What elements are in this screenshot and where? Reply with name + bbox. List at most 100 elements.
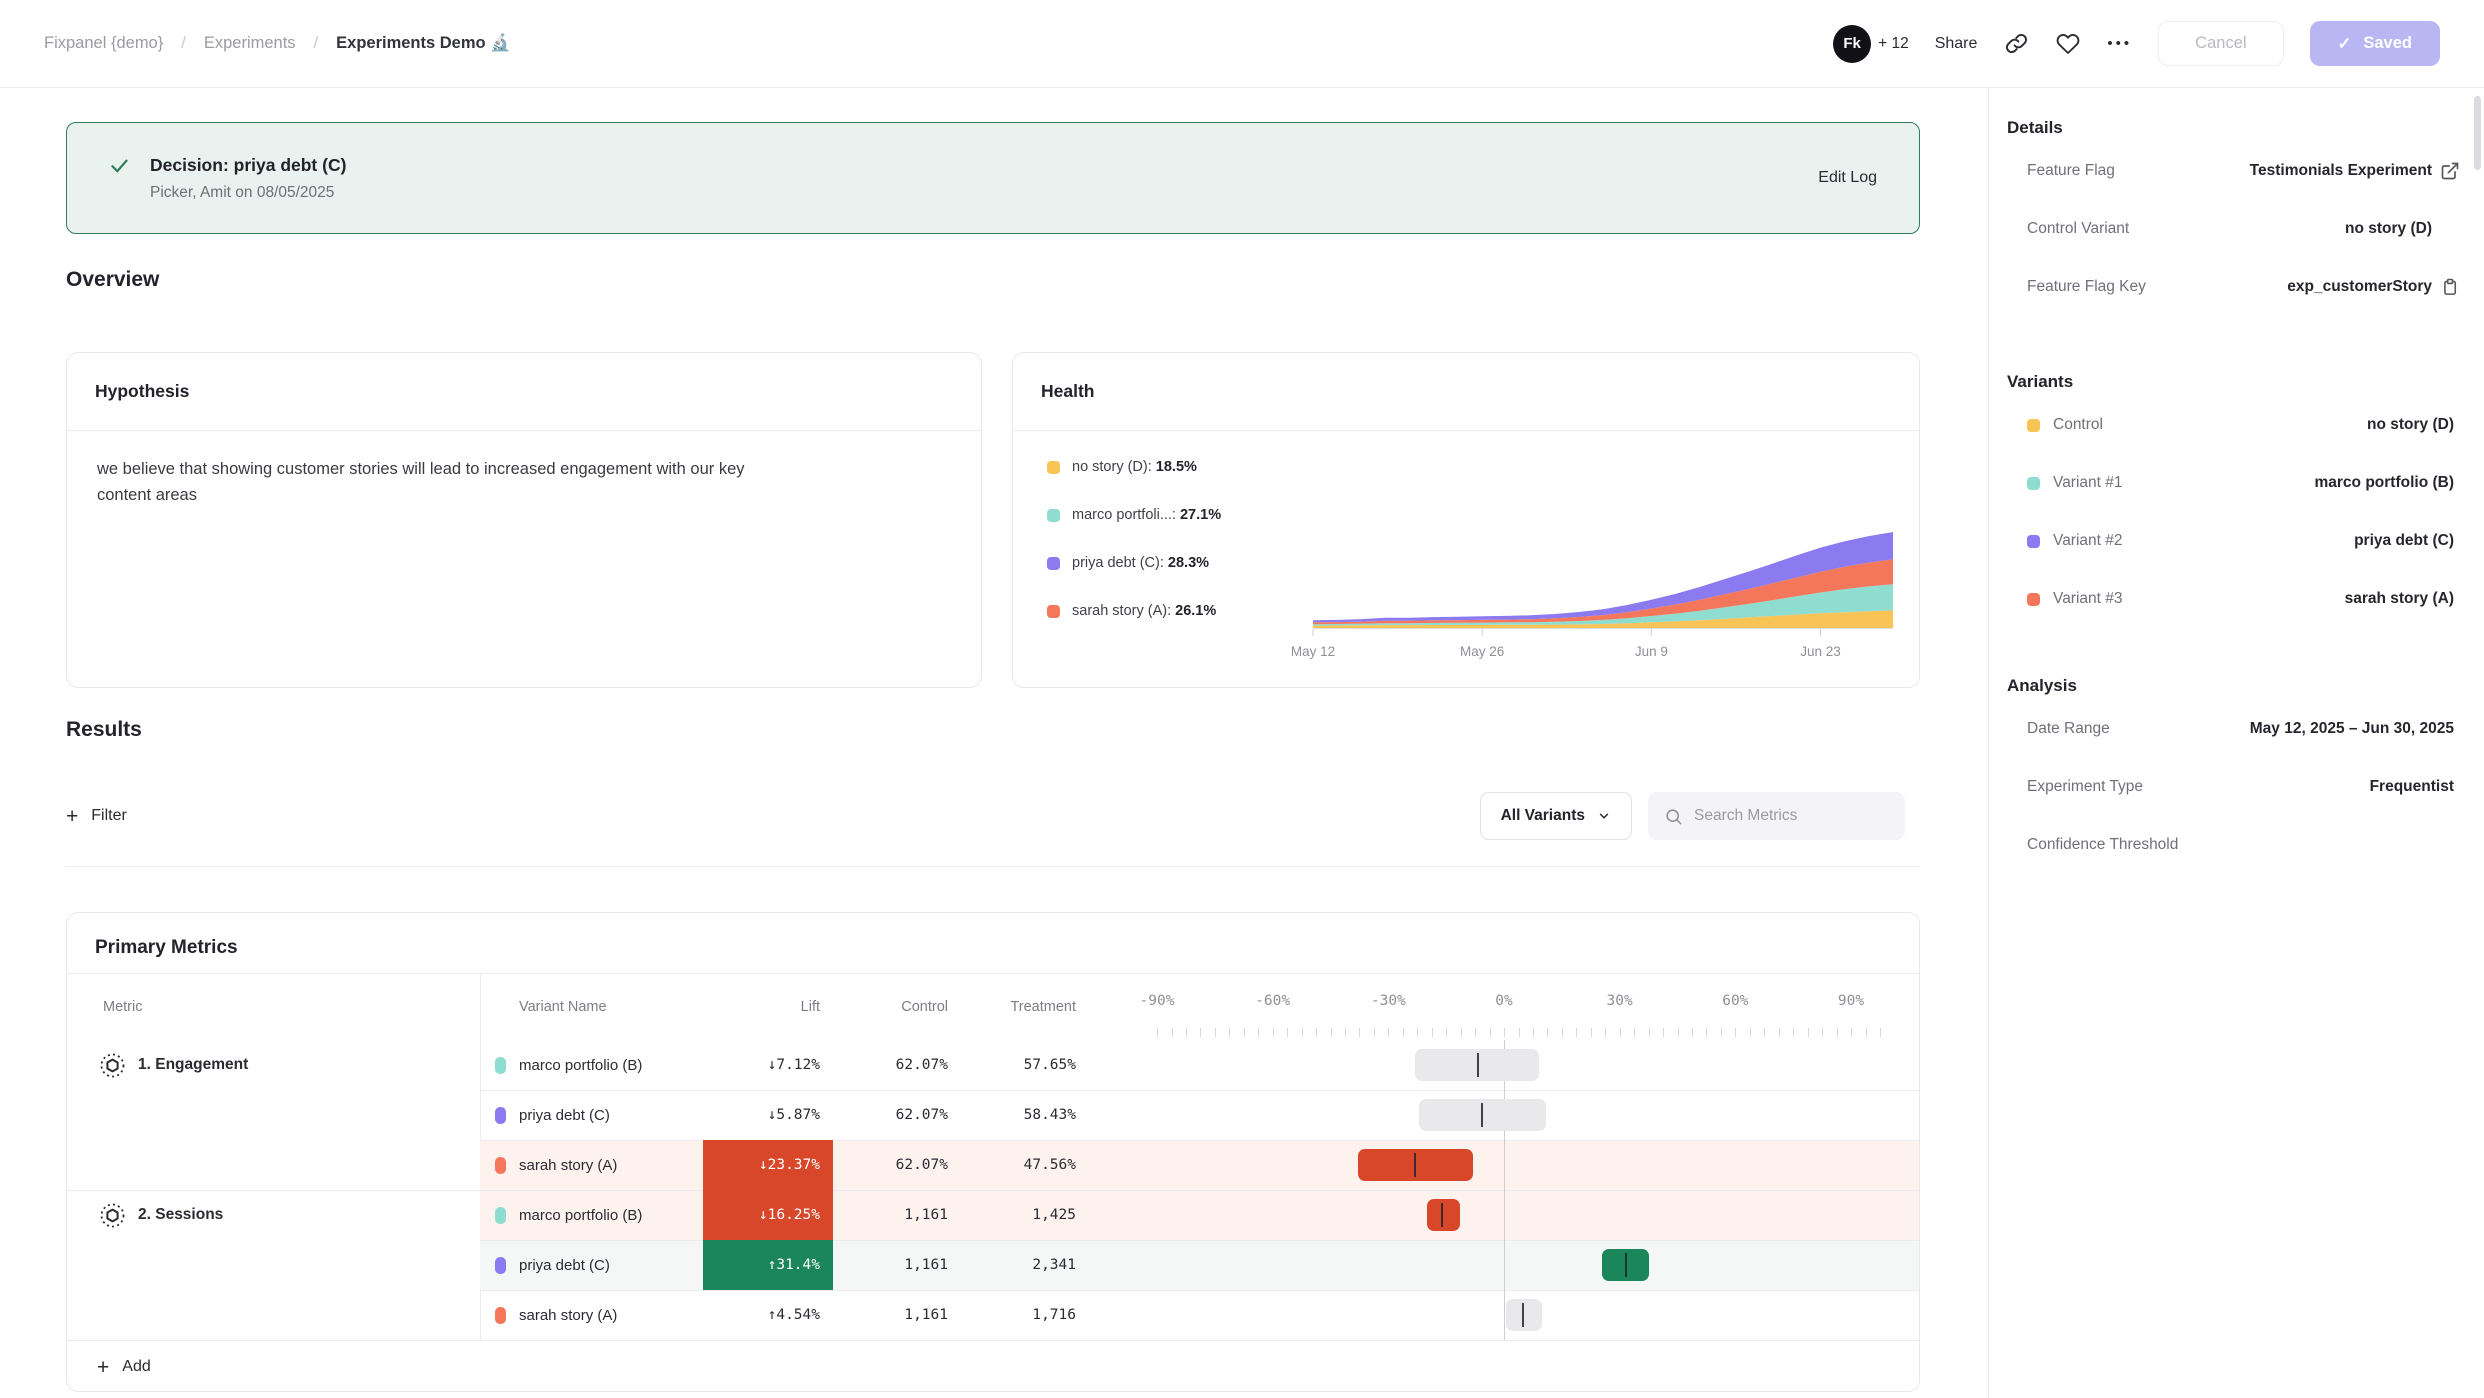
axis-percent-label: -30% — [1353, 973, 1423, 1029]
metric-table-row[interactable]: 1. Engagementmarco portfolio (B)↓7.12%62… — [67, 1040, 1919, 1090]
hypothesis-card-title: Hypothesis — [67, 353, 981, 431]
analysis-row-value: May 12, 2025 – Jun 30, 2025 — [2110, 720, 2460, 738]
search-metrics-input[interactable] — [1694, 807, 1889, 825]
variant-swatch — [495, 1307, 506, 1324]
column-header-variant: Variant Name — [519, 973, 607, 1040]
legend-label: priya debt (C): 28.3% — [1072, 555, 1209, 571]
axis-percent-label: 0% — [1469, 973, 1539, 1029]
edit-log-button[interactable]: Edit Log — [1818, 169, 1877, 187]
details-row: Feature Flag Keyexp_customerStory — [2007, 258, 2460, 316]
metric-name: 1. Engagement — [138, 1056, 248, 1074]
avatar[interactable]: Fk — [1833, 25, 1871, 63]
lift-point-marker — [1477, 1053, 1479, 1077]
add-metric-label: Add — [122, 1358, 150, 1376]
decision-banner: Decision: priya debt (C) Picker, Amit on… — [66, 122, 1920, 234]
legend-swatch — [1047, 605, 1060, 618]
metric-table-row[interactable]: sarah story (A)↓23.37%62.07%47.56% — [67, 1140, 1919, 1190]
axis-tick-mark — [1837, 1028, 1838, 1037]
confidence-interval-cell — [1146, 1140, 1891, 1190]
axis-tick-mark — [1273, 1028, 1274, 1037]
variant-row-label: Variant #1 — [2053, 474, 2123, 492]
metric-cell[interactable]: 1. Engagement — [99, 1040, 248, 1090]
column-header-control: Control — [833, 973, 948, 1040]
variant-swatch — [2027, 419, 2040, 432]
health-legend-item[interactable]: marco portfoli...: 27.1% — [1047, 505, 1221, 525]
axis-tick-mark — [1186, 1028, 1187, 1037]
analysis-row-label: Confidence Threshold — [2027, 836, 2178, 854]
axis-tick-mark — [1461, 1028, 1462, 1037]
axis-tick-mark — [1735, 1028, 1736, 1037]
primary-metrics-title: Primary Metrics — [67, 913, 1919, 959]
legend-swatch — [1047, 557, 1060, 570]
axis-tick-mark — [1764, 1028, 1765, 1037]
metric-cell[interactable]: 2. Sessions — [99, 1190, 223, 1240]
favorite-heart-icon[interactable] — [2055, 31, 2081, 57]
details-row-label: Feature Flag Key — [2027, 278, 2146, 296]
lift-point-marker — [1481, 1103, 1483, 1127]
axis-tick-mark — [1605, 1028, 1606, 1037]
add-filter-button[interactable]: + Filter — [66, 806, 127, 827]
primary-metrics-card: Primary Metrics Metric Variant Name Lift… — [66, 912, 1920, 1392]
breadcrumb-experiments[interactable]: Experiments — [204, 34, 296, 53]
axis-tick-mark — [1591, 1028, 1592, 1037]
share-button[interactable]: Share — [1935, 35, 1978, 53]
filter-label: Filter — [91, 807, 127, 825]
metric-table-row[interactable]: priya debt (C)↓5.87%62.07%58.43% — [67, 1090, 1919, 1140]
collaborators[interactable]: Fk + 12 — [1833, 25, 1909, 63]
metric-table-row[interactable]: sarah story (A)↑4.54%1,1611,716 — [67, 1290, 1919, 1340]
decision-text: Decision: priya debt (C) Picker, Amit on… — [150, 155, 346, 202]
variant-name: priya debt (C) — [519, 1107, 610, 1124]
clipboard-icon[interactable] — [2432, 277, 2460, 297]
axis-tick-mark — [1793, 1028, 1794, 1037]
legend-value: 27.1% — [1180, 507, 1221, 523]
health-legend-item[interactable]: sarah story (A): 26.1% — [1047, 601, 1221, 621]
scrollbar-thumb[interactable] — [2474, 96, 2481, 170]
details-row-value[interactable]: Testimonials Experiment — [2115, 162, 2432, 180]
overview-heading: Overview — [66, 268, 159, 292]
lift-value: ↑31.4% — [703, 1240, 833, 1290]
copy-link-icon[interactable] — [2003, 31, 2029, 57]
column-header-lift: Lift — [703, 973, 820, 1040]
axis-tick-mark — [1779, 1028, 1780, 1037]
control-value: 1,161 — [833, 1190, 948, 1240]
lift-point-marker — [1441, 1203, 1443, 1227]
variant-cell: priya debt (C) — [495, 1240, 610, 1290]
more-menu-icon[interactable]: ••• — [2107, 35, 2132, 52]
breadcrumb-current-page: Experiments Demo 🔬 — [336, 34, 511, 53]
lift-point-marker — [1414, 1153, 1416, 1177]
variant-cell: marco portfolio (B) — [495, 1040, 642, 1090]
health-legend-item[interactable]: no story (D): 18.5% — [1047, 457, 1221, 477]
axis-tick-mark — [1822, 1028, 1823, 1037]
variant-cell: marco portfolio (B) — [495, 1190, 642, 1240]
health-legend-item[interactable]: priya debt (C): 28.3% — [1047, 553, 1221, 573]
analysis-row: Date RangeMay 12, 2025 – Jun 30, 2025 — [2007, 700, 2460, 758]
add-metric-row: + Add — [67, 1340, 1919, 1392]
breadcrumb-project[interactable]: Fixpanel {demo} — [44, 34, 163, 53]
metric-table-row[interactable]: priya debt (C)↑31.4%1,1612,341 — [67, 1240, 1919, 1290]
control-value: 1,161 — [833, 1240, 948, 1290]
axis-tick-mark — [1388, 1028, 1389, 1037]
confidence-interval-bar — [1506, 1299, 1543, 1331]
details-row: Feature FlagTestimonials Experiment — [2007, 142, 2460, 200]
add-metric-button[interactable]: + Add — [97, 1357, 151, 1378]
axis-tick-mark — [1533, 1028, 1534, 1037]
analysis-row-label: Date Range — [2027, 720, 2110, 738]
variant-filter-value: All Variants — [1501, 807, 1585, 825]
check-icon — [109, 155, 130, 176]
variant-filter-dropdown[interactable]: All Variants — [1480, 792, 1632, 840]
saved-button[interactable]: ✓ Saved — [2310, 21, 2440, 66]
lift-point-marker — [1625, 1253, 1627, 1277]
row-separator — [480, 1140, 1919, 1141]
axis-tick-mark — [1663, 1028, 1664, 1037]
external-link-icon[interactable] — [2432, 161, 2460, 181]
saved-button-label: Saved — [2363, 34, 2412, 53]
metric-table-row[interactable]: 2. Sessionsmarco portfolio (B)↓16.25%1,1… — [67, 1190, 1919, 1240]
breadcrumb: Fixpanel {demo} / Experiments / Experime… — [44, 34, 511, 53]
axis-tick-mark — [1374, 1028, 1375, 1037]
row-separator — [480, 1290, 1919, 1291]
details-row-label: Feature Flag — [2027, 162, 2115, 180]
variant-swatch — [495, 1057, 506, 1074]
axis-tick-mark — [1200, 1028, 1201, 1037]
cancel-button[interactable]: Cancel — [2158, 21, 2283, 66]
control-value: 1,161 — [833, 1290, 948, 1340]
